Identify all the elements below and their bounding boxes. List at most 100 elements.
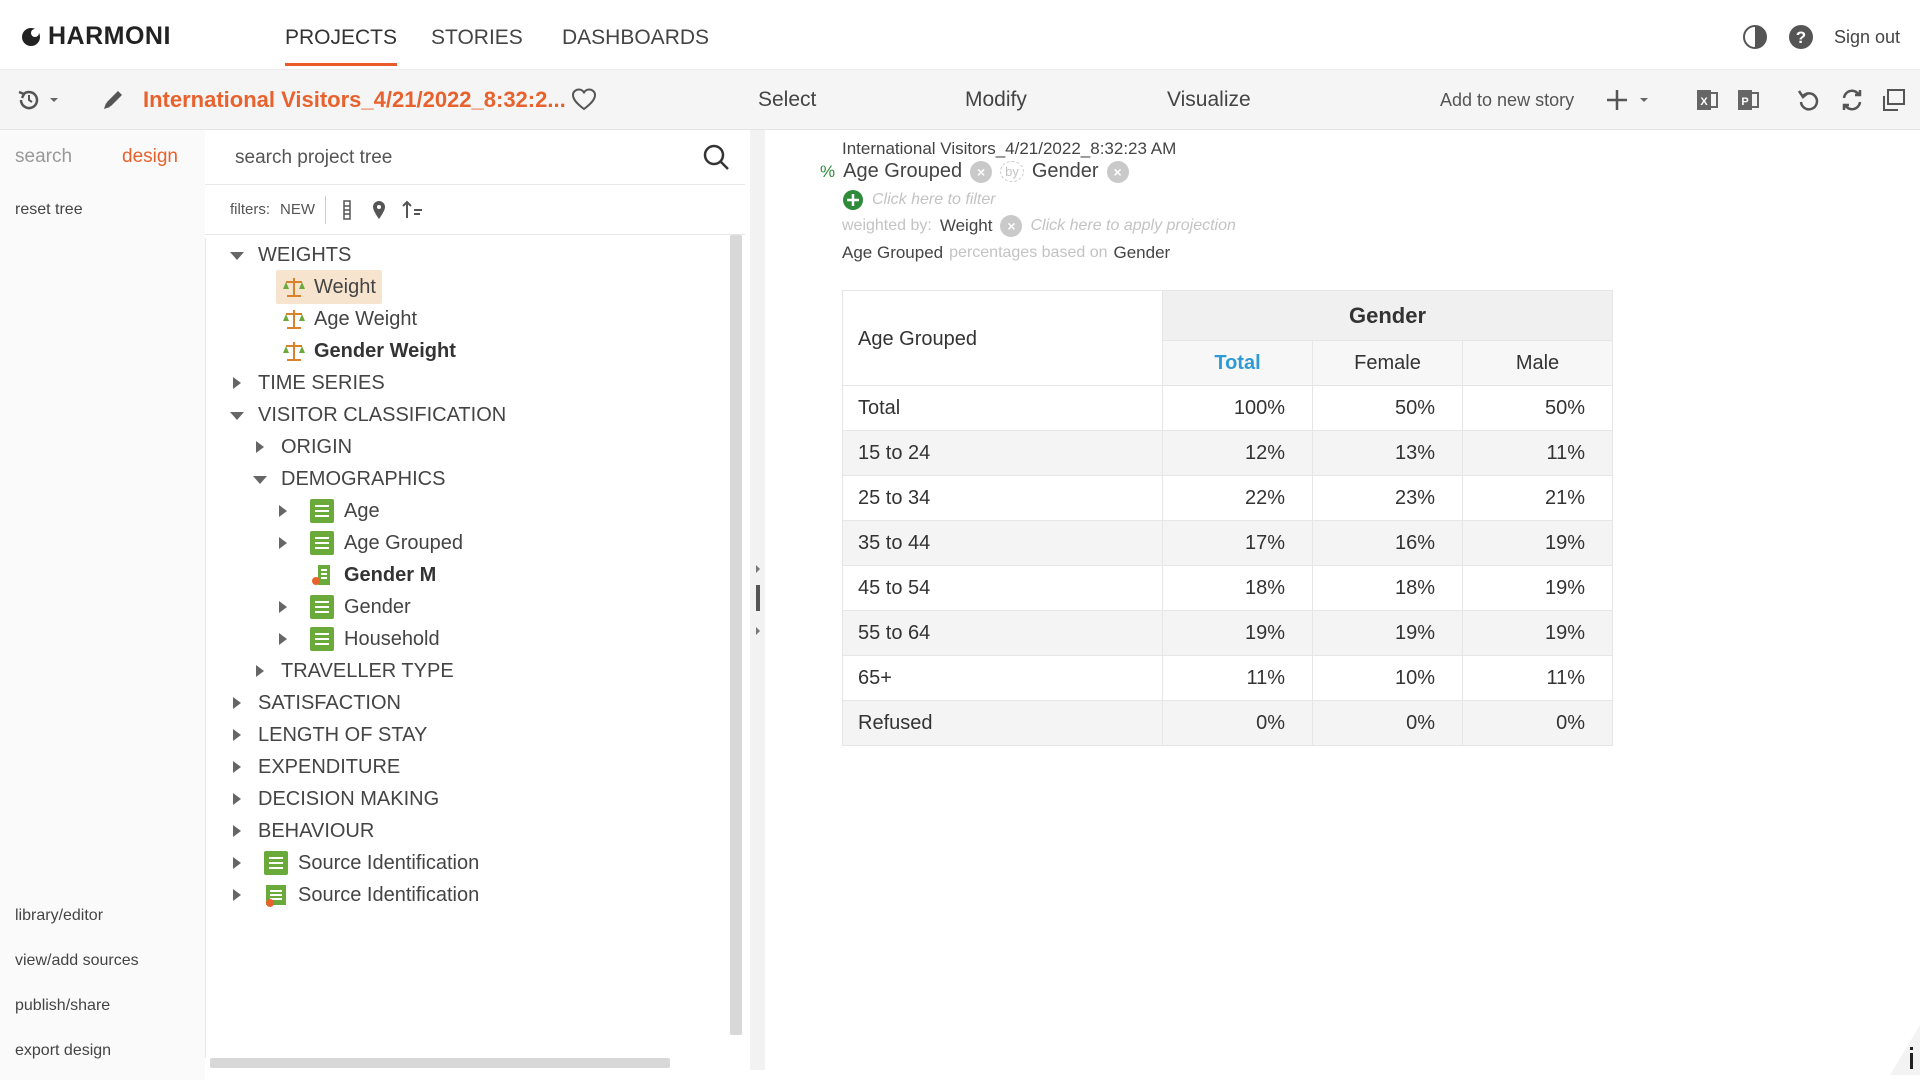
add-filter-icon[interactable] bbox=[842, 189, 864, 211]
tree-horizontal-scrollbar[interactable] bbox=[210, 1058, 670, 1068]
sign-out-link[interactable]: Sign out bbox=[1834, 27, 1900, 48]
tree-node-age[interactable]: Age bbox=[310, 494, 380, 528]
tree-node-visitor-classification[interactable]: VISITOR CLASSIFICATION bbox=[258, 398, 506, 432]
caret-right-icon[interactable] bbox=[233, 793, 241, 805]
column-header-total[interactable]: Total bbox=[1162, 340, 1313, 386]
duplicate-button[interactable] bbox=[1880, 70, 1908, 130]
tree-node-origin[interactable]: ORIGIN bbox=[281, 430, 352, 464]
column-variable-chip[interactable]: Gender bbox=[1032, 160, 1099, 183]
library-editor-link[interactable]: library/editor bbox=[15, 907, 103, 925]
row-label[interactable]: 45 to 54 bbox=[842, 565, 1163, 611]
caret-right-icon[interactable] bbox=[233, 697, 241, 709]
mode-visualize[interactable]: Visualize bbox=[1167, 70, 1251, 130]
edit-title-button[interactable] bbox=[100, 70, 126, 130]
caret-down-icon[interactable] bbox=[230, 412, 244, 420]
caret-right-icon[interactable] bbox=[233, 729, 241, 741]
by-toggle[interactable]: by bbox=[1000, 161, 1024, 182]
map-pin-icon[interactable] bbox=[368, 199, 390, 221]
add-to-new-story[interactable]: Add to new story bbox=[1440, 70, 1574, 130]
tab-design[interactable]: design bbox=[122, 146, 178, 168]
caret-right-icon[interactable] bbox=[233, 377, 241, 389]
sort-icon[interactable] bbox=[400, 199, 424, 221]
remove-weight-icon[interactable]: × bbox=[1000, 215, 1023, 237]
tree-node-length-of-stay[interactable]: LENGTH OF STAY bbox=[258, 718, 427, 752]
tree-node-source-identification-2[interactable]: Source Identification bbox=[264, 878, 479, 912]
percent-basis-row-var[interactable]: Age Grouped bbox=[842, 243, 943, 263]
tab-projects[interactable]: PROJECTS bbox=[285, 26, 398, 66]
caret-right-icon[interactable] bbox=[256, 441, 264, 453]
caret-right-icon[interactable] bbox=[233, 889, 241, 901]
tree-node-time-series[interactable]: TIME SERIES bbox=[258, 366, 385, 400]
tab-search[interactable]: search bbox=[15, 146, 72, 168]
export-excel-button[interactable]: X bbox=[1693, 70, 1721, 130]
row-label[interactable]: 15 to 24 bbox=[842, 430, 1163, 476]
column-header-female[interactable]: Female bbox=[1312, 340, 1463, 386]
contrast-icon[interactable] bbox=[1742, 24, 1768, 50]
row-label[interactable]: Refused bbox=[842, 700, 1163, 746]
export-design-link[interactable]: export design bbox=[15, 1042, 111, 1060]
caret-right-icon[interactable] bbox=[279, 537, 287, 549]
project-title[interactable]: International Visitors_4/21/2022_8:32:2.… bbox=[143, 70, 566, 130]
row-label[interactable]: 25 to 34 bbox=[842, 475, 1163, 521]
tab-dashboards[interactable]: DASHBOARDS bbox=[562, 26, 709, 50]
tree-node-age-weight[interactable]: Age Weight bbox=[282, 302, 417, 336]
column-group-header[interactable]: Gender bbox=[1162, 290, 1613, 341]
row-variable-chip[interactable]: Age Grouped bbox=[843, 160, 962, 183]
info-icon[interactable] bbox=[1890, 1025, 1920, 1075]
view-add-sources-link[interactable]: view/add sources bbox=[15, 952, 139, 970]
reset-tree-link[interactable]: reset tree bbox=[15, 201, 83, 219]
filter-new-button[interactable]: NEW bbox=[280, 201, 315, 218]
caret-right-icon[interactable] bbox=[233, 857, 241, 869]
tree-node-decision-making[interactable]: DECISION MAKING bbox=[258, 782, 439, 816]
caret-down-icon[interactable] bbox=[230, 252, 244, 260]
tree-node-behaviour[interactable]: BEHAVIOUR bbox=[258, 814, 374, 848]
tree-node-gender[interactable]: Gender bbox=[310, 590, 411, 624]
caret-right-icon[interactable] bbox=[256, 665, 264, 677]
tree-node-gender-weight[interactable]: Gender Weight bbox=[282, 334, 456, 368]
remove-column-variable-icon[interactable]: × bbox=[1106, 160, 1129, 183]
caret-right-icon[interactable] bbox=[233, 761, 241, 773]
percent-basis-col-var[interactable]: Gender bbox=[1113, 243, 1170, 263]
export-powerpoint-button[interactable]: P bbox=[1734, 70, 1762, 130]
refresh-button[interactable] bbox=[1838, 70, 1866, 130]
weight-variable-chip[interactable]: Weight bbox=[940, 216, 993, 236]
tree-node-weights[interactable]: WEIGHTS bbox=[258, 238, 351, 272]
caret-right-icon[interactable] bbox=[233, 825, 241, 837]
tree-node-gender-m[interactable]: Gender M bbox=[310, 558, 436, 592]
panel-splitter[interactable] bbox=[750, 130, 765, 1070]
filter-bars-icon[interactable] bbox=[336, 199, 358, 221]
tree-node-satisfaction[interactable]: SATISFACTION bbox=[258, 686, 401, 720]
row-label[interactable]: Total bbox=[842, 385, 1163, 431]
tree-vertical-scrollbar[interactable] bbox=[730, 235, 742, 1035]
tree-node-expenditure[interactable]: EXPENDITURE bbox=[258, 750, 400, 784]
tab-stories[interactable]: STORIES bbox=[431, 26, 523, 50]
column-header-male[interactable]: Male bbox=[1462, 340, 1613, 386]
tree-node-demographics[interactable]: DEMOGRAPHICS bbox=[281, 462, 445, 496]
row-label[interactable]: 55 to 64 bbox=[842, 610, 1163, 656]
caret-right-icon[interactable] bbox=[279, 601, 287, 613]
tree-node-traveller-type[interactable]: TRAVELLER TYPE bbox=[281, 654, 454, 688]
filter-hint[interactable]: Click here to filter bbox=[872, 191, 996, 209]
help-icon[interactable]: ? bbox=[1788, 24, 1814, 50]
mode-select[interactable]: Select bbox=[758, 70, 816, 130]
add-menu-button[interactable] bbox=[1603, 70, 1649, 130]
remove-row-variable-icon[interactable]: × bbox=[970, 160, 993, 183]
tree-node-source-identification[interactable]: Source Identification bbox=[264, 846, 479, 880]
row-label[interactable]: 65+ bbox=[842, 655, 1163, 701]
row-label[interactable]: 35 to 44 bbox=[842, 520, 1163, 566]
favorite-button[interactable] bbox=[571, 70, 597, 130]
caret-right-icon[interactable] bbox=[279, 633, 287, 645]
tree-node-weight[interactable]: Weight bbox=[276, 270, 382, 304]
publish-share-link[interactable]: publish/share bbox=[15, 997, 110, 1015]
row-variable-header[interactable]: Age Grouped bbox=[842, 290, 1163, 386]
history-button[interactable] bbox=[15, 70, 59, 130]
caret-down-icon[interactable] bbox=[253, 476, 267, 484]
tree-node-household[interactable]: Household bbox=[310, 622, 440, 656]
projection-hint[interactable]: Click here to apply projection bbox=[1030, 217, 1235, 235]
search-icon[interactable] bbox=[701, 142, 731, 172]
mode-modify[interactable]: Modify bbox=[965, 70, 1027, 130]
tree-node-age-grouped[interactable]: Age Grouped bbox=[310, 526, 463, 560]
caret-right-icon[interactable] bbox=[279, 505, 287, 517]
tree-search-input[interactable] bbox=[235, 142, 675, 174]
undo-button[interactable] bbox=[1795, 70, 1823, 130]
